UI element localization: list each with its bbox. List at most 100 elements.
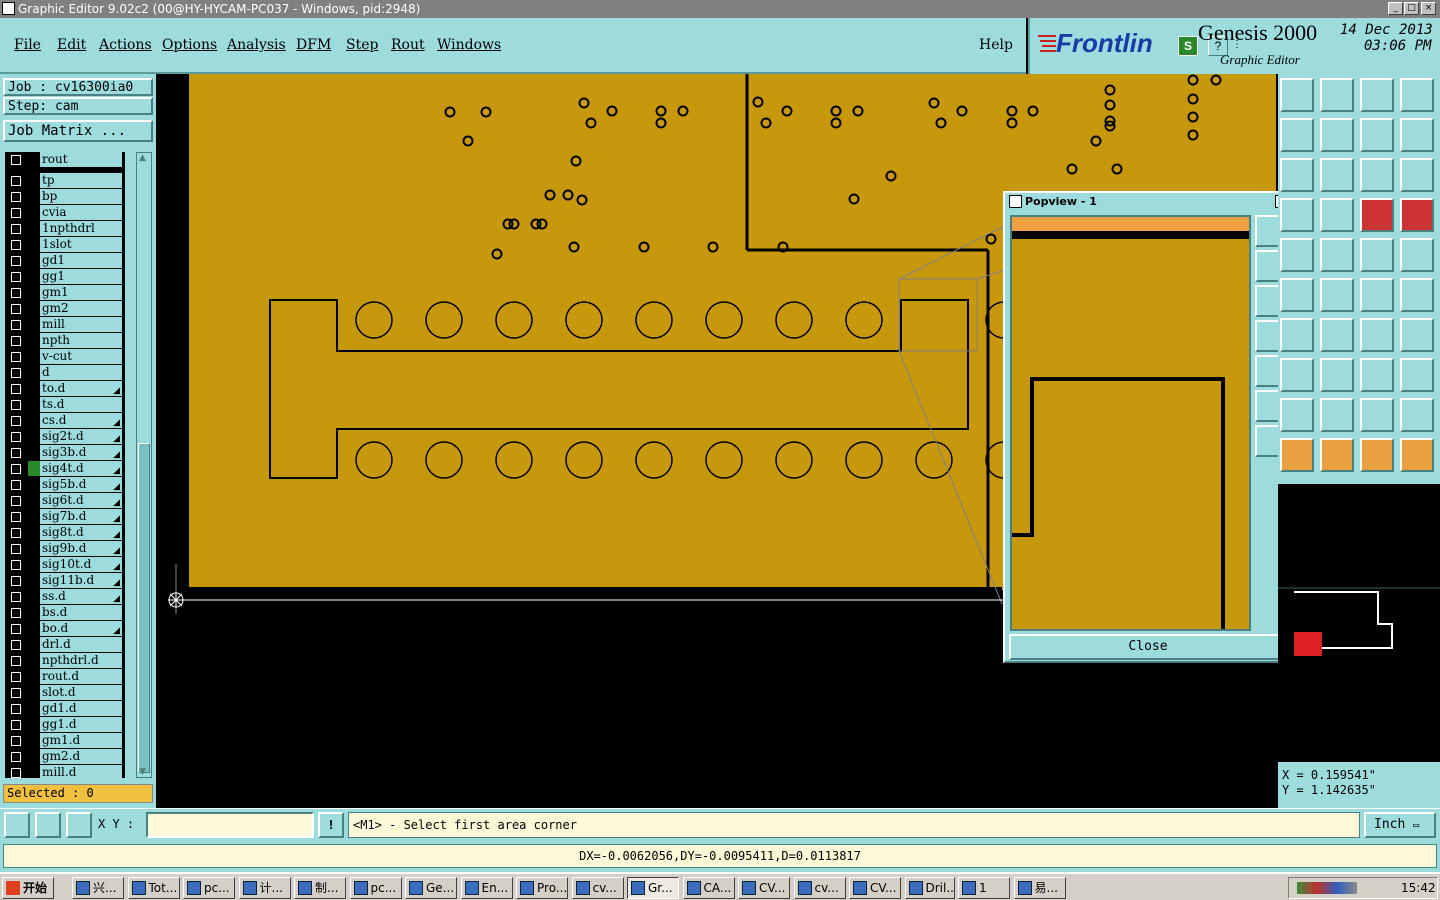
layer-checkbox[interactable] [11, 155, 21, 165]
layer-color-swatch[interactable] [28, 221, 40, 236]
layer-row[interactable]: v-cut [5, 349, 125, 365]
reverse-icon[interactable] [1400, 118, 1434, 152]
layer-color-swatch[interactable] [28, 493, 40, 508]
layer-checkbox[interactable] [11, 304, 21, 314]
layer-color-swatch[interactable] [28, 285, 40, 300]
layer-color-swatch[interactable] [28, 237, 40, 252]
layer-row[interactable]: sig7b.d ◢ [5, 509, 125, 525]
layer-row[interactable]: gm2 [5, 301, 125, 317]
layer-row[interactable]: sig9b.d ◢ [5, 541, 125, 557]
taskbar-item[interactable]: cv... [571, 877, 624, 899]
layer-up-icon[interactable] [1280, 78, 1314, 112]
taskbar-item[interactable]: cv... [793, 877, 846, 899]
layer-row[interactable]: gg1.d [5, 717, 125, 733]
layer-checkbox[interactable] [11, 576, 21, 586]
layer-checkbox[interactable] [11, 752, 21, 762]
layer-row[interactable]: ss.d ◢ [5, 589, 125, 605]
layer-checkbox[interactable] [11, 320, 21, 330]
menu-windows[interactable]: Windows [437, 37, 501, 53]
triangle-icon[interactable] [1280, 398, 1314, 432]
layer-row[interactable]: gm2.d [5, 749, 125, 765]
taskbar-item[interactable]: 兴... [72, 877, 124, 899]
layer-row[interactable]: bs.d [5, 605, 125, 621]
layer-row[interactable]: gd1 [5, 253, 125, 269]
layer-color-swatch[interactable] [28, 509, 40, 524]
layer-checkbox[interactable] [11, 400, 21, 410]
menu-edit[interactable]: Edit [57, 37, 86, 53]
layer-checkbox[interactable] [11, 464, 21, 474]
layer-color-swatch[interactable] [28, 717, 40, 732]
layer-row[interactable]: gm1 [5, 285, 125, 301]
dot-icon[interactable] [1400, 238, 1434, 272]
home-icon[interactable] [1360, 78, 1394, 112]
line-icon[interactable] [1320, 238, 1354, 272]
layer-color-swatch[interactable] [28, 605, 40, 620]
point-icon[interactable] [1280, 358, 1314, 392]
layer-color-swatch[interactable] [28, 333, 40, 348]
swap-icon[interactable] [1360, 118, 1394, 152]
layer-checkbox[interactable] [11, 720, 21, 730]
menu-help[interactable]: Help [979, 37, 1013, 53]
exclaim-button[interactable]: ! [318, 812, 344, 838]
taskbar-item[interactable]: En... [460, 877, 513, 899]
layer-checkbox[interactable] [11, 704, 21, 714]
taskbar-item[interactable]: 易... [1013, 877, 1066, 899]
start-button[interactable]: 开始 [2, 877, 54, 899]
layer-checkbox[interactable] [11, 240, 21, 250]
layer-checkbox[interactable] [11, 688, 21, 698]
menu-dfm[interactable]: DFM [296, 37, 331, 53]
layer-checkbox[interactable] [11, 496, 21, 506]
zoom-fit-icon[interactable] [1280, 158, 1314, 192]
menu-step[interactable]: Step [346, 37, 378, 53]
triangle3-icon[interactable] [1360, 398, 1394, 432]
layer-checkbox[interactable] [11, 624, 21, 634]
layer-row[interactable]: bp [5, 189, 125, 205]
layer-color-swatch[interactable] [28, 637, 40, 652]
move-right-icon[interactable] [1320, 118, 1354, 152]
layer-checkbox[interactable] [11, 384, 21, 394]
arrow-icon[interactable] [1280, 238, 1314, 272]
scale-icon[interactable] [1360, 158, 1394, 192]
layer-checkbox[interactable] [11, 512, 21, 522]
layer-color-swatch[interactable] [28, 765, 40, 778]
layer-row[interactable]: slot.d [5, 685, 125, 701]
s-icon[interactable]: S [1178, 36, 1198, 56]
layer-color-swatch[interactable] [28, 701, 40, 716]
layer-checkbox[interactable] [11, 352, 21, 362]
layer-color-swatch[interactable] [28, 573, 40, 588]
layer-color-swatch[interactable] [28, 653, 40, 668]
flip-icon[interactable] [1400, 318, 1434, 352]
layer-down-icon[interactable] [1320, 78, 1354, 112]
taskbar-item[interactable]: 计... [238, 877, 291, 899]
menu-rout[interactable]: Rout [391, 37, 425, 53]
layer-color-swatch[interactable] [28, 301, 40, 316]
taskbar-item[interactable]: pc... [349, 877, 402, 899]
cursor3-icon[interactable] [1360, 438, 1394, 472]
layer-checkbox[interactable] [11, 288, 21, 298]
layer-checkbox[interactable] [11, 192, 21, 202]
select-red2-icon[interactable] [1400, 198, 1434, 232]
layer-color-swatch[interactable] [28, 685, 40, 700]
layer-checkbox[interactable] [11, 480, 21, 490]
layer-checkbox[interactable] [11, 208, 21, 218]
layer-row[interactable]: gm1.d [5, 733, 125, 749]
layer-checkbox[interactable] [11, 224, 21, 234]
layer-row[interactable]: bo.d ◢ [5, 621, 125, 637]
layer-row[interactable]: rout [5, 152, 125, 168]
layer-color-swatch[interactable] [28, 477, 40, 492]
xy-input[interactable] [146, 812, 314, 838]
dash-icon[interactable] [1320, 358, 1354, 392]
layer-checkbox[interactable] [11, 368, 21, 378]
taskbar-item[interactable]: Dril... [904, 877, 955, 899]
layer-row[interactable]: sig2t.d ◢ [5, 429, 125, 445]
layer-color-swatch[interactable] [28, 429, 40, 444]
layer-row[interactable]: drl.d [5, 637, 125, 653]
popview-canvas[interactable] [1010, 215, 1251, 631]
layer-color-swatch[interactable] [28, 669, 40, 684]
taskbar-item[interactable]: pc... [183, 877, 235, 899]
layer-checkbox[interactable] [11, 176, 21, 186]
taskbar-item[interactable]: CV... [849, 877, 901, 899]
grid-icon[interactable] [66, 812, 92, 838]
triangle2-icon[interactable] [1320, 398, 1354, 432]
layer-checkbox[interactable] [11, 336, 21, 346]
